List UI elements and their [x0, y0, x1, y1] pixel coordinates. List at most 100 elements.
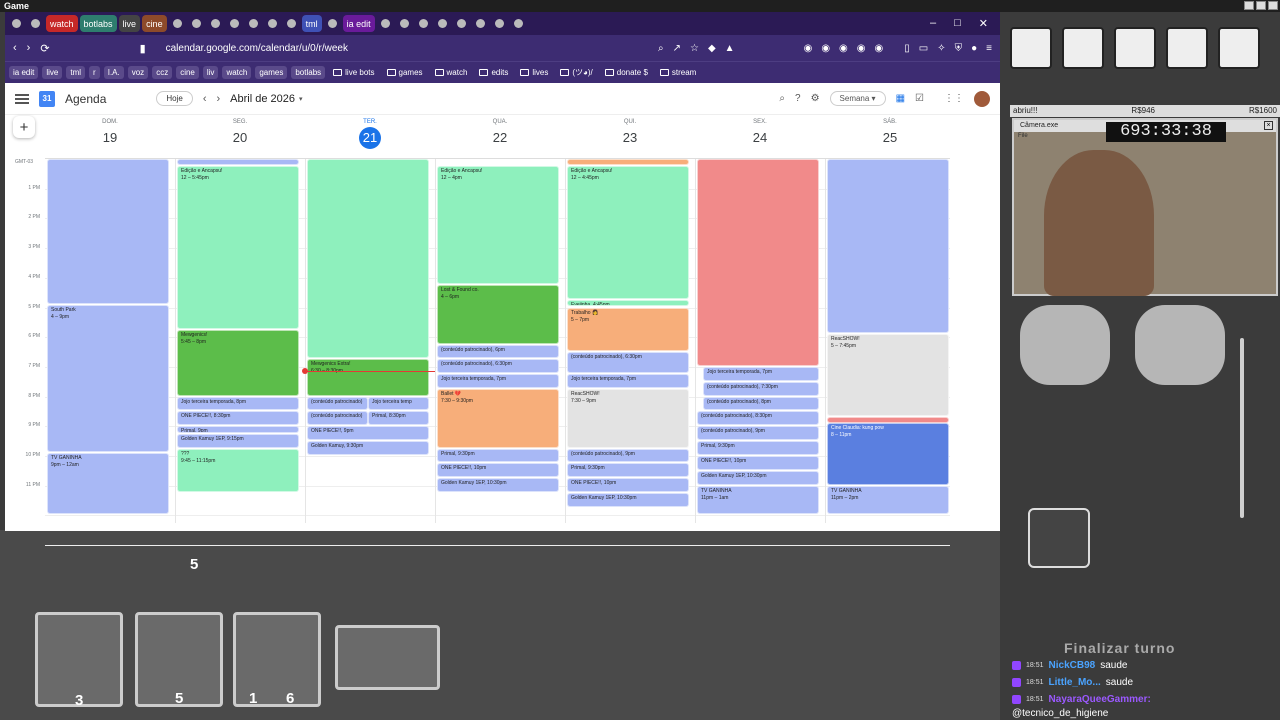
tab-favicon[interactable]: [8, 15, 25, 32]
day-number[interactable]: 20: [229, 127, 251, 149]
calendar-event[interactable]: (conteúdo patrocinado), 9pm: [697, 426, 819, 441]
bookmark-pill[interactable]: I.A.: [103, 66, 124, 79]
tab-favicon[interactable]: [245, 15, 262, 32]
bookmark-pill[interactable]: liv: [202, 66, 219, 79]
menu-icon[interactable]: ≡: [986, 43, 992, 54]
calendar-event[interactable]: ONE PIECE!!, 10pm: [437, 463, 559, 478]
bookmark-pill[interactable]: tml: [66, 66, 86, 79]
tab-favicon[interactable]: [283, 15, 300, 32]
main-menu-icon[interactable]: [15, 93, 29, 104]
extension-icon[interactable]: ◉: [821, 43, 830, 54]
close-icon[interactable]: [1268, 1, 1278, 10]
calendar-event[interactable]: TV GANINHA 11pm – 2pm: [827, 485, 949, 515]
calendar-event[interactable]: ONE PIECE!!, 10pm: [567, 478, 689, 493]
wallet-icon[interactable]: ▭: [919, 43, 928, 54]
avatar[interactable]: [974, 90, 990, 107]
today-button[interactable]: Hoje: [156, 91, 193, 106]
calendar-event[interactable]: Lost & Found co. 4 – 6pm: [437, 285, 559, 344]
calendar-event[interactable]: Cine Claudia: kung pow 8 – 11pm: [827, 423, 949, 485]
ability-card[interactable]: [335, 625, 440, 690]
zoom-icon[interactable]: ⌕: [658, 43, 664, 54]
search-icon[interactable]: ⌕: [779, 93, 785, 104]
calendar-event[interactable]: (conteúdo patrocinado), 8:30pm: [697, 411, 819, 426]
close-icon[interactable]: ✕: [979, 17, 988, 30]
day-number[interactable]: 23: [619, 127, 641, 149]
calendar-event[interactable]: South Park 4 – 9pm: [47, 304, 169, 453]
calendar-event[interactable]: Edição e Ancapsu! 12 – 4:45pm: [567, 166, 689, 300]
calendar-event[interactable]: (conteúdo patrocinado): [307, 411, 368, 426]
bookmark-pill[interactable]: ia edit: [9, 66, 39, 79]
bookmark-folder[interactable]: watch: [431, 66, 472, 79]
calendar-event[interactable]: (conteúdo patrocinado), 7:30pm: [703, 381, 819, 396]
extension-icon[interactable]: ◉: [804, 43, 813, 54]
tab-favicon[interactable]: [188, 15, 205, 32]
calendar-event[interactable]: (conteúdo patrocinado): [307, 396, 368, 411]
calendar-event[interactable]: TV GANINHA 9pm – 12am: [47, 453, 169, 515]
calendar-view-icon[interactable]: ▦: [896, 93, 905, 104]
day-header[interactable]: TER. 21: [305, 119, 435, 149]
settings-gear-icon[interactable]: ⚙: [811, 93, 820, 104]
tab-favicon[interactable]: [434, 15, 451, 32]
view-select[interactable]: Semana ▾: [829, 91, 886, 106]
calendar-event[interactable]: ONE PIECE!!, 9pm: [307, 426, 429, 441]
restore-icon[interactable]: [1256, 1, 1266, 10]
extension-icon[interactable]: ◉: [839, 43, 848, 54]
calendar-event[interactable]: (conteúdo patrocinado), 6:30pm: [567, 352, 689, 374]
day-header[interactable]: SEX. 24: [695, 119, 825, 149]
bookmark-pill[interactable]: watch: [222, 66, 252, 79]
prev-week-icon[interactable]: ‹: [203, 93, 207, 105]
tab-favicon[interactable]: [453, 15, 470, 32]
share-icon[interactable]: ↗: [673, 43, 681, 54]
extension-icon[interactable]: ◉: [857, 43, 866, 54]
calendar-event[interactable]: ONE PIECE!!, 8:30pm: [177, 411, 299, 426]
calendar-event[interactable]: Golden Kamuy, 9:30pm: [307, 441, 429, 455]
bookmark-pill[interactable]: cine: [176, 66, 199, 79]
tab-favicon[interactable]: [226, 15, 243, 32]
calendar-event[interactable]: Primal, 9:30pm: [437, 448, 559, 463]
shield-icon[interactable]: ⛨: [955, 43, 963, 54]
url-field[interactable]: calendar.google.com/calendar/u/0/r/week: [166, 43, 348, 54]
tab-group-label[interactable]: botlabs: [79, 15, 117, 32]
calendar-event[interactable]: Mewgenics Extra!6:30 – 8:30pm: [307, 359, 429, 396]
calendar-event[interactable]: (conteúdo patrocinado), 6:30pm: [437, 359, 559, 374]
calendar-event[interactable]: ReacSHOW! 5 – 7:45pm: [827, 334, 949, 417]
calendar-event[interactable]: Jojo terceira temporada, 7pm: [703, 366, 819, 381]
calendar-event[interactable]: Primal, 9:30pm: [567, 463, 689, 478]
calendar-event[interactable]: Ballet 💔 7:30 – 9:30pm: [437, 389, 559, 448]
calendar-event[interactable]: ??? 9:45 – 11:15pm: [177, 448, 299, 493]
calendar-event[interactable]: TV GANINHA 11pm – 1am: [697, 485, 819, 515]
tab-group-label[interactable]: cine: [142, 15, 167, 32]
bookmark-folder[interactable]: lives: [516, 66, 552, 79]
calendar-event[interactable]: (conteúdo patrocinado), 9pm: [567, 448, 689, 463]
create-event-button[interactable]: +: [13, 116, 35, 138]
day-number[interactable]: 24: [749, 127, 771, 149]
brave-shield-icon[interactable]: ◆: [708, 43, 716, 54]
day-header[interactable]: SÁB. 25: [825, 119, 955, 149]
bookmark-icon[interactable]: ▮: [140, 42, 146, 55]
day-number[interactable]: 21: [359, 127, 381, 149]
bookmark-folder[interactable]: edits: [475, 66, 512, 79]
calendar-event[interactable]: Jojo terceira temporada, 7pm: [437, 374, 559, 389]
day-number[interactable]: 19: [99, 127, 121, 149]
bookmark-pill[interactable]: botlabs: [291, 66, 326, 79]
calendar-event[interactable]: [47, 159, 169, 304]
reload-icon[interactable]: ⟳: [40, 42, 49, 55]
profile-icon[interactable]: ●: [971, 43, 977, 54]
chevron-down-icon[interactable]: ▾: [299, 95, 303, 103]
back-icon[interactable]: ‹: [13, 42, 17, 54]
tab-favicon[interactable]: [27, 15, 44, 32]
day-header[interactable]: QUA. 22: [435, 119, 565, 149]
tab-favicon[interactable]: [264, 15, 281, 32]
calendar-event[interactable]: Primal, 8:30pm: [368, 411, 429, 426]
week-grid[interactable]: South Park 4 – 9pm TV GANINHA 9pm – 12am Edi…: [45, 158, 950, 547]
tab-favicon[interactable]: [510, 15, 527, 32]
calendar-event[interactable]: Golden Kamuy 1EP, 9:15pm: [177, 433, 299, 448]
bookmark-pill[interactable]: r: [89, 66, 100, 79]
day-header[interactable]: QUI. 23: [565, 119, 695, 149]
forward-icon[interactable]: ›: [27, 42, 31, 54]
help-icon[interactable]: ?: [795, 93, 801, 104]
bookmark-folder[interactable]: (ツ◕)/: [556, 65, 596, 80]
calendar-event[interactable]: Primal, 9pm: [177, 426, 299, 433]
rewards-icon[interactable]: ▲: [725, 43, 735, 54]
minimize-icon[interactable]: –: [930, 17, 936, 30]
